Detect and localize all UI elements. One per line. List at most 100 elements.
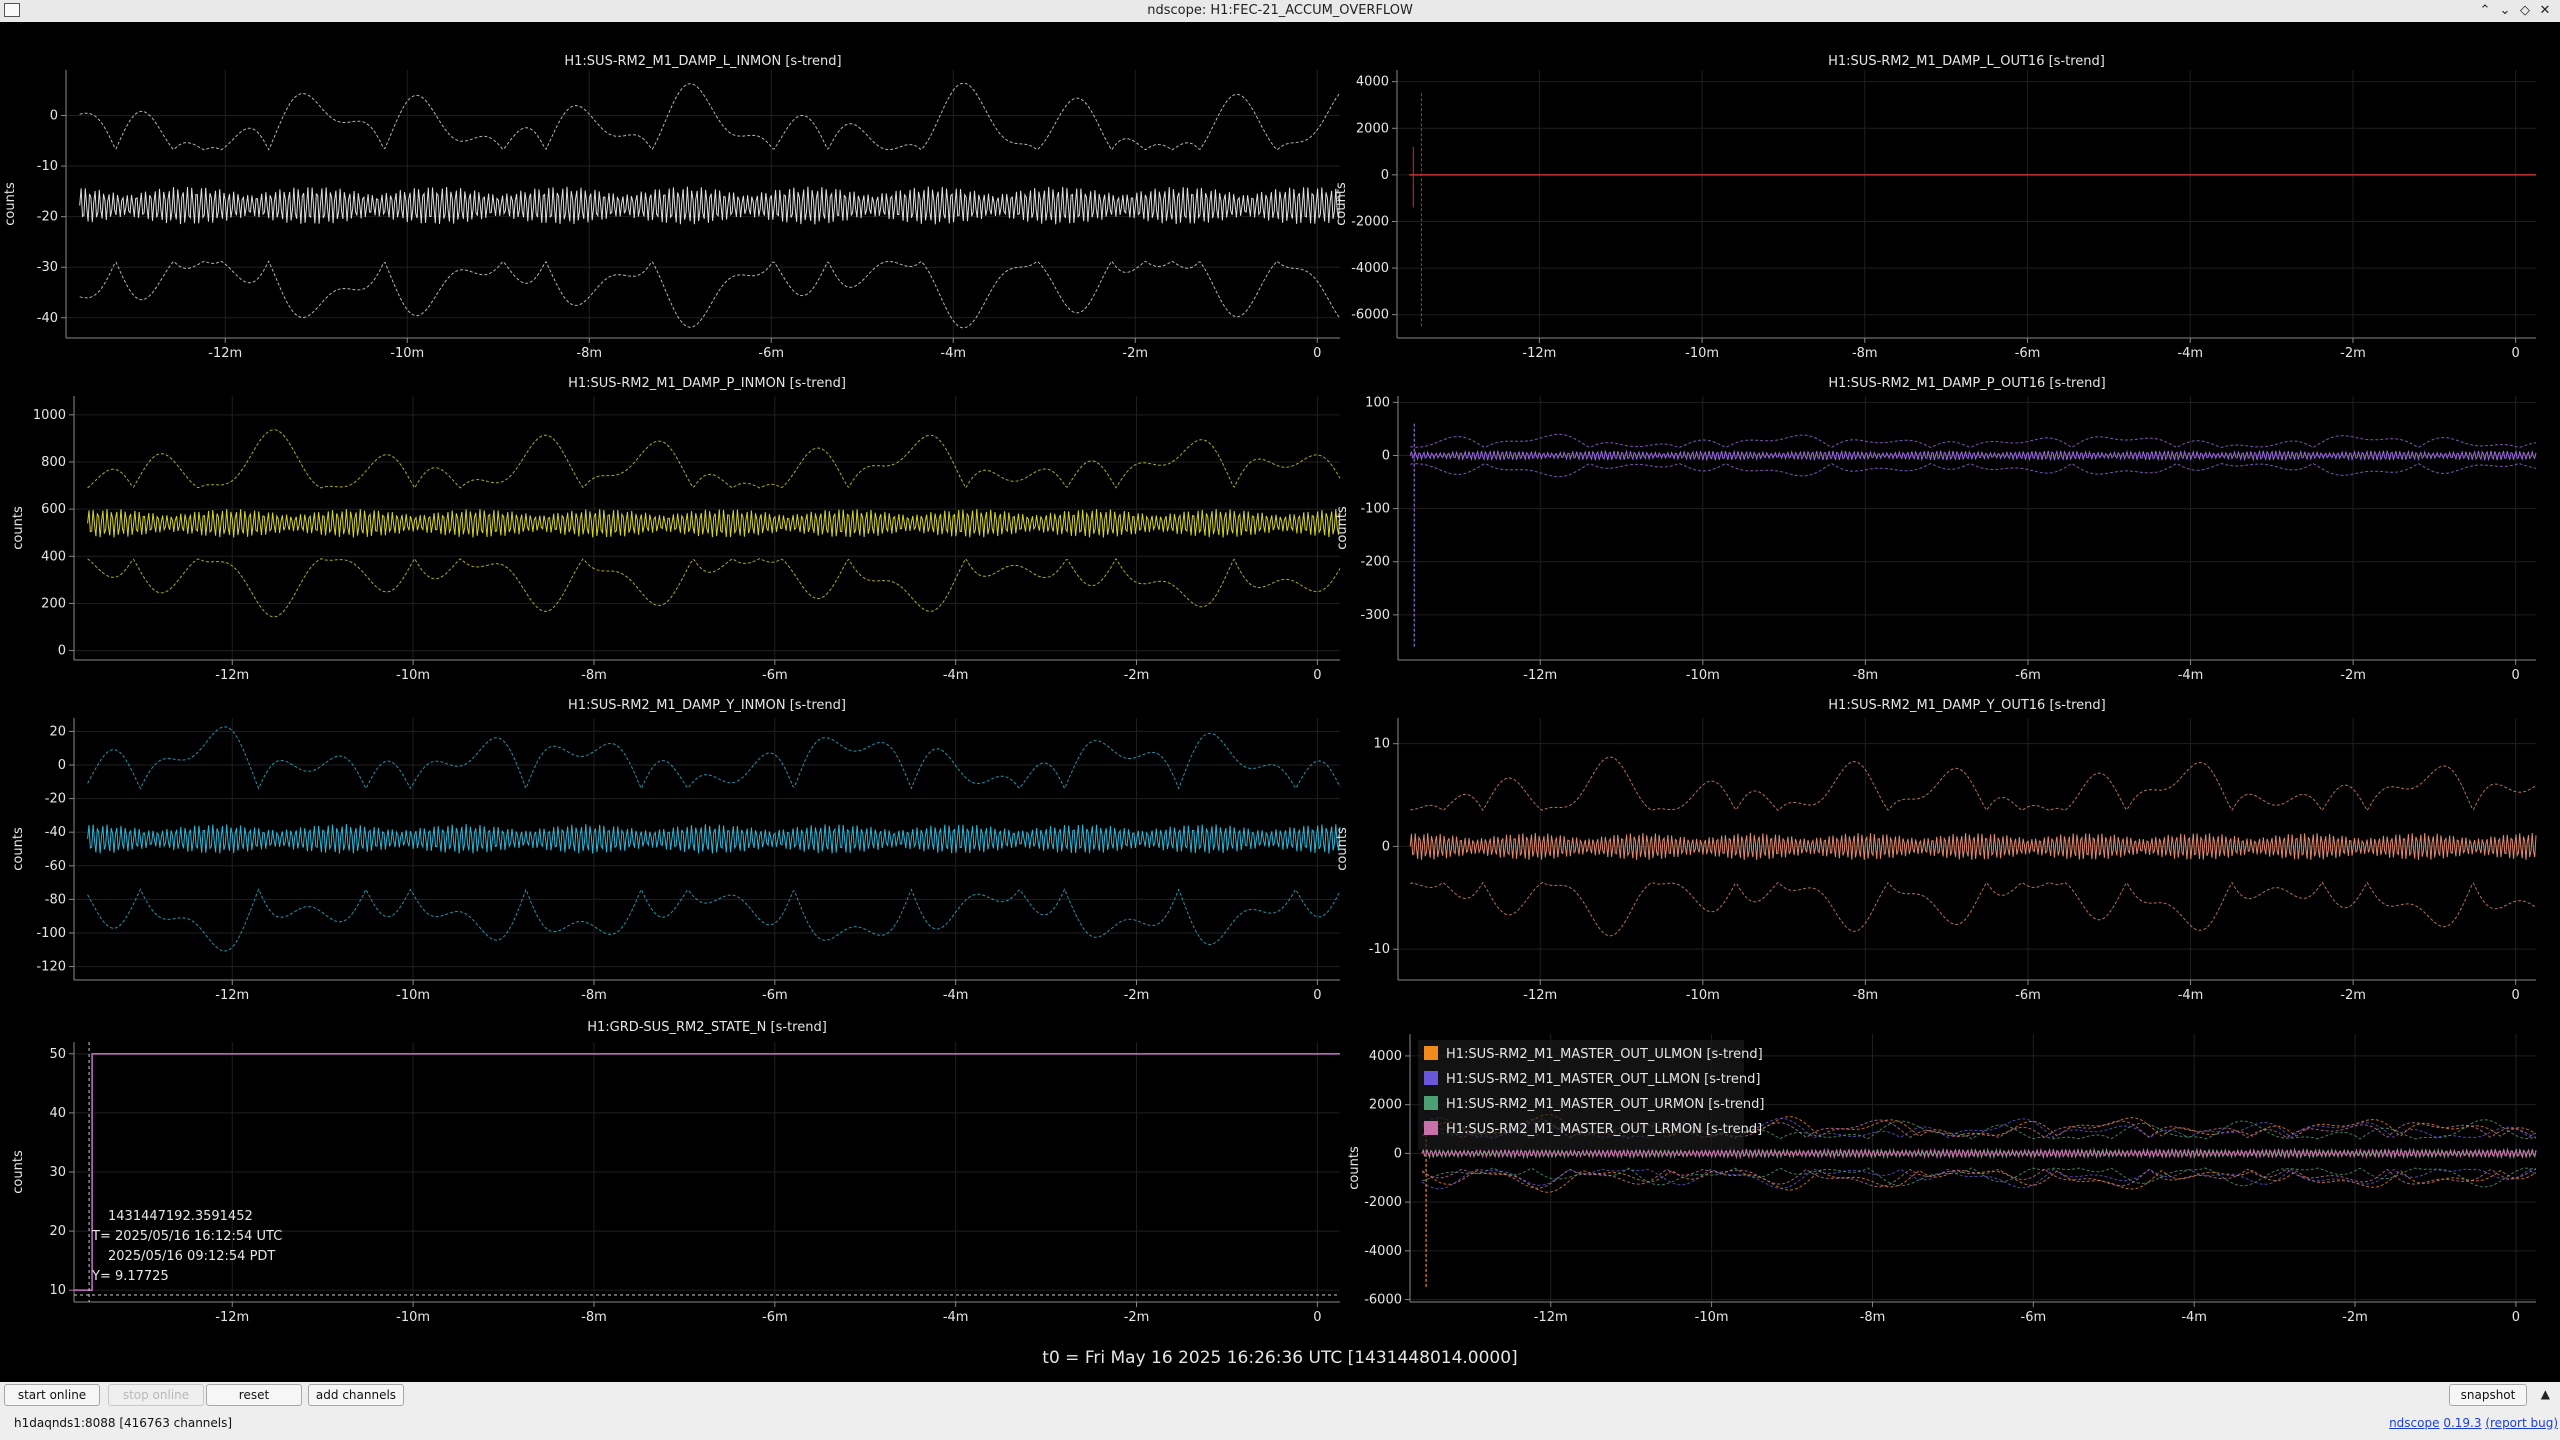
series-0 <box>87 726 1341 952</box>
server-status: h1daqnds1:8088 [416763 channels] <box>14 1416 233 1430</box>
series-max-line <box>87 429 1341 489</box>
x-tick-label: 0 <box>2512 668 2520 683</box>
reset-button[interactable]: reset <box>206 1384 302 1406</box>
y-axis-label: counts <box>1347 1146 1362 1190</box>
report-bug-link[interactable]: (report bug) <box>2485 1416 2558 1430</box>
y-axis-label: counts <box>3 182 18 226</box>
chart-title: H1:GRD-SUS_RM2_STATE_N [s-trend] <box>587 1020 827 1035</box>
plots-canvas[interactable]: H1:SUS-RM2_M1_DAMP_L_INMON [s-trend] 0 -10… <box>0 22 2560 1342</box>
x-tick-label: -10m <box>1686 668 1720 683</box>
y-tick-label: 200 <box>41 596 66 611</box>
snapshot-button[interactable]: snapshot <box>2449 1384 2527 1406</box>
y-tick-label: -200 <box>1360 555 1390 570</box>
y-tick-label: 20 <box>49 1224 66 1239</box>
x-tick-label: -10m <box>1695 1310 1729 1325</box>
x-tick-label: 0 <box>2512 346 2520 361</box>
y-tick-label: -6000 <box>1351 308 1389 323</box>
y-tick-label: -60 <box>45 859 66 874</box>
x-tick-label: 0 <box>1313 668 1321 683</box>
y-axis-label: counts <box>11 506 26 550</box>
y-tick-label: -300 <box>1360 608 1390 623</box>
y-tick-label: -6000 <box>1364 1293 1402 1308</box>
series-min-line <box>1410 462 2537 478</box>
x-tick-label: -6m <box>2015 988 2041 1003</box>
x-tick-label: -12m <box>208 346 242 361</box>
y-axis-label: counts <box>11 1150 26 1194</box>
x-tick-label: -8m <box>576 346 602 361</box>
y-tick-label: 4000 <box>1369 1049 1402 1064</box>
x-tick-label: -2m <box>1122 346 1148 361</box>
window-close-icon[interactable]: ✕ <box>2536 2 2554 20</box>
y-tick-label: -4000 <box>1351 261 1389 276</box>
x-tick-label: -10m <box>396 1310 430 1325</box>
y-tick-label: -30 <box>37 260 58 275</box>
y-tick-label: -10 <box>37 159 58 174</box>
series-0 <box>1409 423 2537 647</box>
chart-title: H1:SUS-RM2_M1_DAMP_P_OUT16 [s-trend] <box>1828 376 2105 391</box>
cursor-text: T= 2025/05/16 16:12:54 UTC <box>91 1229 282 1244</box>
x-tick-label: -4m <box>943 1310 969 1325</box>
series-min-line <box>87 557 1341 618</box>
start-online-button[interactable]: start online <box>4 1384 100 1406</box>
x-tick-label: -2m <box>1124 668 1150 683</box>
window-title: ndscope: H1:FEC-21_ACCUM_OVERFLOW <box>1147 3 1413 18</box>
chart-panel-2: H1:SUS-RM2_M1_DAMP_P_INMON [s-trend] 1000… <box>11 376 1341 683</box>
chart-title: H1:SUS-RM2_M1_DAMP_P_INMON [s-trend] <box>568 376 846 391</box>
series-mean-line <box>87 509 1341 538</box>
x-tick-label: -12m <box>1534 1310 1568 1325</box>
series-max-line <box>79 82 1341 151</box>
legend-swatch <box>1424 1096 1438 1110</box>
y-tick-label: 400 <box>41 549 66 564</box>
plot-area: H1:SUS-RM2_M1_DAMP_L_INMON [s-trend] 0 -10… <box>0 22 2560 1382</box>
window-shade-icon[interactable]: ⌃ <box>2476 2 2494 20</box>
x-tick-label: 0 <box>1313 988 1321 1003</box>
cursor-text: 2025/05/16 09:12:54 PDT <box>108 1249 275 1264</box>
x-tick-label: -2m <box>2342 1310 2368 1325</box>
y-tick-label: 50 <box>49 1047 66 1062</box>
y-tick-label: 800 <box>41 455 66 470</box>
y-tick-label: 1000 <box>33 408 66 423</box>
y-tick-label: 4000 <box>1356 75 1389 90</box>
x-tick-label: -6m <box>2021 1310 2047 1325</box>
y-tick-label: -10 <box>1369 942 1390 957</box>
y-tick-label: 0 <box>58 644 66 659</box>
chart-panel-6: H1:GRD-SUS_RM2_STATE_N [s-trend] 50 40 30 20… <box>11 1020 1340 1325</box>
y-tick-label: -20 <box>37 210 58 225</box>
chart-panel-1: H1:SUS-RM2_M1_DAMP_L_OUT16 [s-trend] 4000… <box>1334 54 2536 361</box>
series-mean-line <box>87 824 1341 854</box>
legend-swatch <box>1424 1046 1438 1060</box>
window-titlebar: ndscope: H1:FEC-21_ACCUM_OVERFLOW ⌃ ⌄ ◇ … <box>0 0 2560 23</box>
window-minimize-icon[interactable]: ⌄ <box>2496 2 2514 20</box>
x-tick-label: -8m <box>581 668 607 683</box>
x-tick-label: -4m <box>2178 668 2204 683</box>
y-tick-label: 0 <box>1394 1146 1402 1161</box>
y-axis-label: counts <box>1335 506 1350 550</box>
window-maximize-icon[interactable]: ◇ <box>2516 2 2534 20</box>
x-tick-label: 0 <box>2512 1310 2520 1325</box>
x-tick-label: -10m <box>1686 988 1720 1003</box>
x-tick-label: -4m <box>2181 1310 2207 1325</box>
legend-entry: H1:SUS-RM2_M1_MASTER_OUT_LLMON [s-trend] <box>1446 1072 1760 1087</box>
y-tick-label: 600 <box>41 502 66 517</box>
x-tick-label: 0 <box>1313 1310 1321 1325</box>
series-min-line <box>1410 881 2537 937</box>
stop-online-button[interactable]: stop online <box>108 1384 204 1406</box>
y-tick-label: 2000 <box>1356 121 1389 136</box>
collapse-arrow-icon[interactable]: ▲ <box>2541 1387 2550 1401</box>
y-tick-label: 20 <box>49 724 66 739</box>
add-channels-button[interactable]: add channels <box>308 1384 404 1406</box>
x-tick-label: -2m <box>1124 988 1150 1003</box>
y-tick-label: 40 <box>49 1106 66 1121</box>
y-tick-label: 30 <box>49 1165 66 1180</box>
x-tick-label: -8m <box>581 988 607 1003</box>
y-tick-label: -20 <box>45 792 66 807</box>
y-tick-label: 10 <box>1373 737 1390 752</box>
y-tick-label: -80 <box>45 892 66 907</box>
x-tick-label: -10m <box>396 668 430 683</box>
legend-entry: H1:SUS-RM2_M1_MASTER_OUT_LRMON [s-trend] <box>1446 1122 1762 1137</box>
version-link[interactable]: 0.19.3 <box>2443 1416 2481 1430</box>
x-tick-label: -8m <box>581 1310 607 1325</box>
ndscope-link[interactable]: ndscope <box>2389 1416 2439 1430</box>
x-tick-label: -8m <box>1852 346 1878 361</box>
y-tick-label: 0 <box>50 109 58 124</box>
